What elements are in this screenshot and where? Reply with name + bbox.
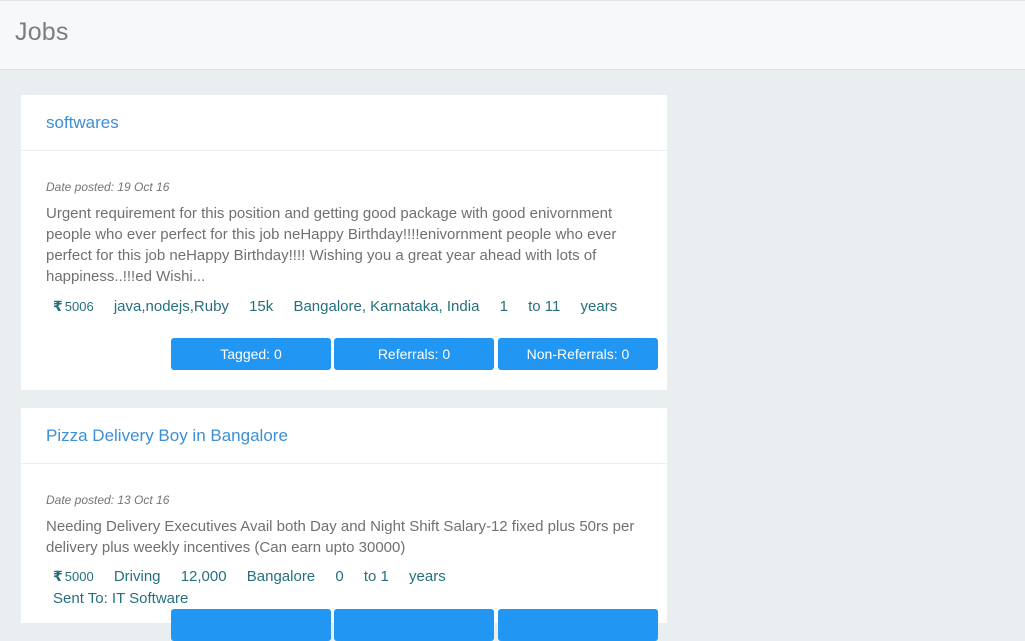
date-posted: Date posted: 13 Oct 16 xyxy=(46,493,170,507)
rupee-icon: ₹ xyxy=(53,568,63,584)
job-meta: ₹5006 java,nodejs,Ruby 15k Bangalore, Ka… xyxy=(53,298,633,315)
job-title-link[interactable]: Pizza Delivery Boy in Bangalore xyxy=(46,426,288,446)
experience-from: 1 xyxy=(499,298,508,315)
experience-unit: years xyxy=(409,568,446,585)
salary-value: 5000 xyxy=(64,569,94,584)
rupee-icon: ₹ xyxy=(53,298,63,314)
date-posted: Date posted: 19 Oct 16 xyxy=(46,180,170,194)
location: Bangalore xyxy=(246,568,316,585)
package: 12,000 xyxy=(180,568,227,585)
job-card-header: softwares xyxy=(21,95,667,151)
tagged-button[interactable]: Tagged: 0 xyxy=(171,338,331,370)
skills: Driving xyxy=(113,568,161,585)
job-card-header: Pizza Delivery Boy in Bangalore xyxy=(21,408,667,464)
location: Bangalore, Karnataka, India xyxy=(293,298,480,315)
sent-to: Sent To: IT Software xyxy=(53,590,189,607)
page-title: Jobs xyxy=(15,18,69,46)
job-description: Needing Delivery Executives Avail both D… xyxy=(46,518,635,556)
experience-from: 0 xyxy=(335,568,344,585)
non-referrals-button[interactable]: Non-Referrals: 0 xyxy=(498,338,658,370)
experience-unit: years xyxy=(580,298,618,315)
referrals-button[interactable]: Referrals: 0 xyxy=(334,338,494,370)
salary-value: 5006 xyxy=(64,299,94,314)
job-title-link[interactable]: softwares xyxy=(46,113,119,133)
job-description: Urgent requirement for this position and… xyxy=(46,205,617,285)
experience-to: to 11 xyxy=(528,298,561,315)
page-header: Jobs xyxy=(0,0,1025,70)
package: 15k xyxy=(249,298,274,315)
referrals-button[interactable] xyxy=(334,609,494,641)
tagged-button[interactable] xyxy=(171,609,331,641)
experience-to: to 1 xyxy=(363,568,389,585)
job-card: softwares Date posted: 19 Oct 16 Urgent … xyxy=(21,95,667,390)
skills: java,nodejs,Ruby xyxy=(113,298,229,315)
job-meta: ₹5000 Driving 12,000 Bangalore 0 to 1 ye… xyxy=(53,568,462,585)
non-referrals-button[interactable] xyxy=(498,609,658,641)
job-card: Pizza Delivery Boy in Bangalore Date pos… xyxy=(21,408,667,641)
